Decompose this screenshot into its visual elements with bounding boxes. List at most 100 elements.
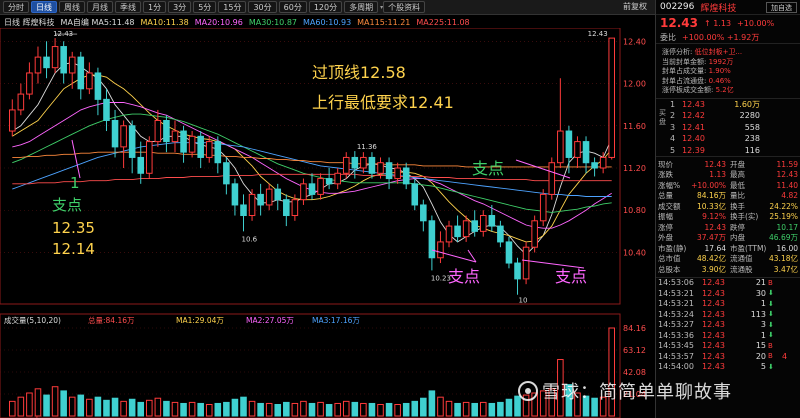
stat-key: 总量 xyxy=(658,191,673,201)
candle-body xyxy=(180,130,187,153)
period-tab-12[interactable]: 多周期 xyxy=(344,1,379,13)
tick-qty: 113 xyxy=(750,309,766,319)
tick-list[interactable]: 14:53:06 12.43 21 B 14:53:21 12.43 30 ⬇ 14:53:21… xyxy=(656,278,800,373)
volume-bar xyxy=(154,397,162,417)
analysis-row: 封单占成交量: 1.90% xyxy=(662,67,796,77)
candle-body xyxy=(120,125,127,148)
price-axis-tick: 12.40 xyxy=(623,37,646,46)
candle-body xyxy=(146,141,153,174)
volume-bar xyxy=(43,394,50,417)
period-tab-6[interactable]: 3分 xyxy=(168,1,192,13)
period-tab-4[interactable]: 季线 xyxy=(115,1,141,13)
analysis-value: 1.90% xyxy=(708,67,731,75)
volume-bar xyxy=(180,402,187,417)
stat-key: 振幅 xyxy=(658,212,673,222)
tick-extra: 4 xyxy=(782,351,788,361)
stat-key: 外盘 xyxy=(658,233,673,243)
tick-row[interactable]: 14:53:45 12.43 15 B xyxy=(656,341,800,352)
stat-key: 市盈(TTM) xyxy=(730,243,767,253)
tick-price: 12.43 xyxy=(702,330,725,340)
tick-time: 14:53:06 xyxy=(658,278,694,288)
analysis-value: 5.2亿 xyxy=(715,86,734,94)
tick-row[interactable]: 14:53:06 12.43 21 B xyxy=(656,278,800,289)
stat-key: 涨跌 xyxy=(658,170,673,180)
period-tab-2[interactable]: 周线 xyxy=(59,1,85,13)
stock-label: 日线 辉煌科技 xyxy=(4,17,55,27)
volume-bar xyxy=(368,402,376,417)
stat-row: 现价 12.43 开盘 11.59 xyxy=(658,159,800,170)
period-tab-1[interactable]: 日线 xyxy=(31,1,57,13)
tick-row[interactable]: 14:53:36 12.43 1 ⬇ xyxy=(656,330,800,341)
bid-ratio-label: 委比 xyxy=(660,32,676,42)
tick-row[interactable]: 14:53:21 12.43 1 ⬇ xyxy=(656,299,800,310)
stat-value: 9.12% xyxy=(702,212,726,222)
stat-value: 84.16万 xyxy=(697,191,726,201)
book-level[interactable]: 5 12.39 116 xyxy=(670,145,800,157)
book-level[interactable]: 3 12.41 558 xyxy=(670,122,800,134)
candle-body xyxy=(557,130,564,164)
candle-body xyxy=(608,37,616,158)
candle-body xyxy=(351,156,359,169)
period-tab-9[interactable]: 30分 xyxy=(248,1,277,13)
volume-bar xyxy=(462,401,470,417)
annotation-bottom-zhidian-1: 支点 xyxy=(448,267,480,286)
annotation-pointer xyxy=(71,139,81,179)
tick-row[interactable]: 14:53:24 12.43 113 ⬇ xyxy=(656,309,800,320)
period-tab-3[interactable]: 月线 xyxy=(87,1,113,13)
book-level[interactable]: 4 12.40 238 xyxy=(670,133,800,145)
limit-up-analysis: 涨停分析: 低位封板+卫... 当前封单金额: 1992万 封单占成交量: 1.… xyxy=(656,44,800,99)
tick-flag-icon: B xyxy=(768,341,773,350)
period-tab-5[interactable]: 1分 xyxy=(143,1,167,13)
volume-bar xyxy=(163,400,170,417)
tick-row[interactable]: 14:54:00 12.43 5 ⬇ xyxy=(656,362,800,373)
analysis-row: 涨停板成交金额: 5.2亿 xyxy=(662,86,796,96)
stat-value: 3.90亿 xyxy=(701,264,726,274)
stat-value: 16.00 xyxy=(776,243,798,253)
book-side-label: 买盘 xyxy=(659,108,666,126)
kline-chart[interactable]: 12.40 12.00 11.60 11.20 10.80 10.40 84.16 63.12… xyxy=(0,28,655,418)
tick-price: 12.43 xyxy=(702,299,725,309)
volume-bar xyxy=(317,401,324,417)
candle-body xyxy=(479,215,487,232)
period-tab-8[interactable]: 15分 xyxy=(218,1,247,13)
volume-axis-tick: 84.16 xyxy=(623,324,646,333)
volume-bar xyxy=(505,398,513,417)
tick-row[interactable]: 14:53:57 12.43 20 B 4 xyxy=(656,351,800,362)
tick-flag-icon: B xyxy=(768,278,773,287)
stat-row: 涨幅% +10.00% 最低 11.40 xyxy=(658,180,800,191)
volume-bar xyxy=(94,396,102,417)
ma-legend-item: MA10:11.38 xyxy=(140,17,189,27)
analysis-value: 0.46% xyxy=(708,76,731,85)
adjust-mode-button[interactable]: 前复权 xyxy=(623,1,647,12)
volume-legend-item: MA1:29.04万 xyxy=(176,316,224,325)
period-tab-0[interactable]: 分时 xyxy=(3,1,29,13)
stat-value: 11.40 xyxy=(776,180,798,190)
volume-bar xyxy=(334,402,341,417)
tick-price: 12.43 xyxy=(702,278,725,288)
book-level[interactable]: 2 12.42 2280 xyxy=(670,110,800,122)
annotation-top-line2: 上行最低要求12.41 xyxy=(312,93,454,112)
quote-panel: 002296 辉煌科技 加自选 12.43 ↑ 1.13 +10.00% 委比 … xyxy=(655,0,800,418)
candle-body xyxy=(497,225,504,243)
period-tab-10[interactable]: 60分 xyxy=(278,1,307,13)
tick-row[interactable]: 14:53:27 12.43 3 ⬇ xyxy=(656,320,800,331)
volume-bar xyxy=(308,402,316,417)
candle-body xyxy=(8,109,16,132)
watermark-text: 雪球：简简单单聊故事 xyxy=(542,382,732,403)
candle-body xyxy=(411,183,419,206)
volume-bar xyxy=(394,403,401,417)
analysis-row: 当前封单金额: 1992万 xyxy=(662,58,796,68)
period-tab-13[interactable]: 个股资料 xyxy=(383,1,426,13)
stat-key: 现价 xyxy=(658,159,673,169)
period-tab-11[interactable]: 120分 xyxy=(308,1,343,13)
candle-body xyxy=(17,93,25,111)
book-price: 12.40 xyxy=(682,134,705,144)
quote-header: 002296 辉煌科技 加自选 xyxy=(656,0,800,15)
tick-flag-icon: ⬇ xyxy=(768,299,774,308)
tick-row[interactable]: 14:53:21 12.43 30 ⬇ xyxy=(656,288,800,299)
volume-bar xyxy=(342,400,350,417)
period-tab-7[interactable]: 5分 xyxy=(193,1,217,13)
book-level[interactable]: 1 12.43 1.60万 xyxy=(670,99,800,111)
tick-flag-icon: ⬇ xyxy=(768,289,774,298)
add-watchlist-button[interactable]: 加自选 xyxy=(766,1,797,13)
